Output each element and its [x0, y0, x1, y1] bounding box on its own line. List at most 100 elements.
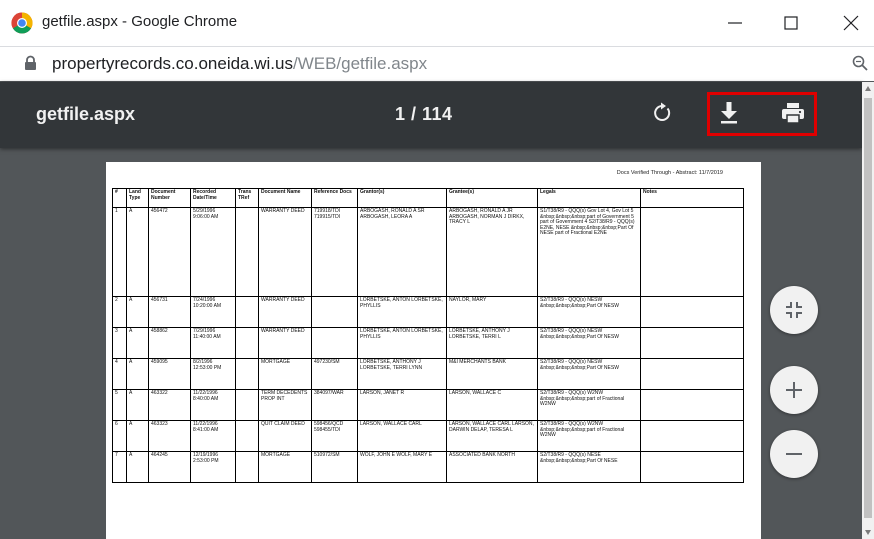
- table-cell: QUIT CLAIM DEED: [258, 420, 312, 452]
- table-cell: NAYLOR, MARY: [446, 296, 538, 328]
- table-cell: S2/T38/R9 - QQQ(s) NESW &nbsp;&nbsp;&nbs…: [537, 358, 641, 390]
- zoom-magnifier-icon[interactable]: [852, 55, 868, 71]
- table-cell: [235, 296, 259, 328]
- table-cell: [640, 358, 744, 390]
- fit-page-button[interactable]: [770, 286, 818, 334]
- table-cell: ARBOGASH, RONALD A SR ARBOGASH, LEORA A: [357, 207, 447, 297]
- table-cell: [640, 389, 744, 421]
- zoom-in-button[interactable]: [770, 366, 818, 414]
- table-cell: S2/T38/R9 - QQQ(s) W2NW &nbsp;&nbsp;&nbs…: [537, 420, 641, 452]
- column-header: Document Number: [148, 188, 191, 208]
- chrome-logo-icon: [11, 12, 33, 34]
- table-cell: [311, 296, 358, 328]
- table-cell: 510972/SM: [311, 451, 358, 483]
- abstract-verified-header: Docs Verified Through - Abstract: 11/7/2…: [616, 170, 723, 176]
- rotate-icon[interactable]: [651, 102, 673, 124]
- table-cell: [235, 207, 259, 297]
- table-row: 6 A 463323 11/22/1996 8:41:00 AM QUIT CLAIM …: [112, 420, 744, 452]
- maximize-button[interactable]: [768, 0, 814, 46]
- table-cell: WARRANTY DEED: [258, 296, 312, 328]
- table-cell: WARRANTY DEED: [258, 207, 312, 297]
- table-cell: [235, 451, 259, 483]
- table-cell: 5: [112, 389, 127, 421]
- table-cell: [311, 327, 358, 359]
- table-cell: 456731: [148, 296, 191, 328]
- window-title: getfile.aspx - Google Chrome: [42, 13, 238, 30]
- url-domain: propertyrecords.co.oneida.wi.us: [52, 54, 293, 73]
- table-header-row: # Land Type Document Number Recorded Date/T…: [112, 188, 744, 208]
- page-indicator: 1 / 114: [395, 104, 453, 124]
- table-cell: 12/19/1996 2:53:00 PM: [190, 451, 236, 483]
- table-cell: 384097/WAR: [311, 389, 358, 421]
- table-row: 1 A 456472 5/29/1996 9:06:00 AM WARRANTY DEE…: [112, 207, 744, 297]
- column-header: Grantee(s): [446, 188, 538, 208]
- table-cell: 459095: [148, 358, 191, 390]
- table-cell: A: [126, 451, 149, 483]
- scrollbar-thumb[interactable]: [864, 98, 872, 518]
- table-cell: LORBETSKE, ANTON LORBETSKE, PHYLLIS: [357, 327, 447, 359]
- annotation-highlight-box: [707, 92, 817, 136]
- table-cell: ARBOGASH, RONALD A JR ARBOGASH, NORMAN J…: [446, 207, 538, 297]
- table-cell: MORTGAGE: [258, 358, 312, 390]
- pdf-page: Docs Verified Through - Abstract: 11/7/2…: [106, 162, 761, 539]
- table-cell: 497230/SM: [311, 358, 358, 390]
- table-cell: [640, 451, 744, 483]
- zoom-in-icon: [786, 382, 802, 398]
- column-header: Notes: [640, 188, 744, 208]
- table-cell: S2/T38/R9 - QQQ(s) W2NW &nbsp;&nbsp;&nbs…: [537, 389, 641, 421]
- table-cell: 4: [112, 358, 127, 390]
- column-header: Document Name: [258, 188, 312, 208]
- minimize-button[interactable]: [712, 0, 758, 46]
- table-cell: S2/T38/R9 - QQQ(s) NESE &nbsp;&nbsp;&nbs…: [537, 451, 641, 483]
- table-cell: A: [126, 358, 149, 390]
- vertical-scrollbar[interactable]: [862, 82, 874, 539]
- window-titlebar: getfile.aspx - Google Chrome: [0, 0, 874, 47]
- table-row: 2 A 456731 7/24/1996 10:20:00 AM WARRANTY DE…: [112, 296, 744, 328]
- table-cell: [640, 207, 744, 297]
- url-path: /WEB/getfile.aspx: [292, 54, 428, 73]
- table-cell: 1: [112, 207, 127, 297]
- table-cell: 8/2/1996 12:53:00 PM: [190, 358, 236, 390]
- lock-icon: [25, 55, 36, 70]
- table-cell: S1/T38/R9 - QQQ(s) Gov Lot 4, Gov Lot 5 …: [537, 207, 641, 297]
- zoom-out-icon: [786, 453, 802, 455]
- table-cell: A: [126, 207, 149, 297]
- url-text[interactable]: propertyrecords.co.oneida.wi.us/WEB/getf…: [52, 54, 427, 74]
- column-header: Land Type: [126, 188, 149, 208]
- column-header: Trans TRef: [235, 188, 259, 208]
- records-table: # Land Type Document Number Recorded Date/T…: [112, 188, 744, 483]
- zoom-out-button[interactable]: [770, 430, 818, 478]
- column-header: Legals: [537, 188, 641, 208]
- table-cell: 7: [112, 451, 127, 483]
- close-button[interactable]: [828, 0, 874, 46]
- column-header: Grantor(s): [357, 188, 447, 208]
- table-cell: ASSOCIATED BANK NORTH: [446, 451, 538, 483]
- table-cell: [640, 327, 744, 359]
- scroll-up-arrow-icon[interactable]: [865, 86, 871, 91]
- table-cell: 598456/QCD 598455/TDI: [311, 420, 358, 452]
- table-cell: LARSON, JANET R: [357, 389, 447, 421]
- table-cell: [235, 358, 259, 390]
- table-cell: A: [126, 420, 149, 452]
- column-header: Recorded Date/Time: [190, 188, 236, 208]
- table-cell: 7/24/1996 10:20:00 AM: [190, 296, 236, 328]
- pdf-file-name: getfile.aspx: [36, 104, 136, 124]
- table-cell: WARRANTY DEED: [258, 327, 312, 359]
- table-cell: S2/T38/R9 - QQQ(s) NESW &nbsp;&nbsp;&nbs…: [537, 327, 641, 359]
- table-cell: TERM DECEDENTS PROP INT: [258, 389, 312, 421]
- address-bar[interactable]: propertyrecords.co.oneida.wi.us/WEB/getf…: [0, 47, 874, 81]
- table-row: 7 A 464245 12/19/1996 2:53:00 PM MORTGAGE 510…: [112, 451, 744, 483]
- table-cell: 456472: [148, 207, 191, 297]
- table-cell: 6: [112, 420, 127, 452]
- table-cell: [235, 389, 259, 421]
- table-cell: M&I MERCHANTS BANK: [446, 358, 538, 390]
- table-cell: 464245: [148, 451, 191, 483]
- table-cell: 11/22/1996 8:41:00 AM: [190, 420, 236, 452]
- table-cell: 2: [112, 296, 127, 328]
- table-cell: 5/29/1996 9:06:00 AM: [190, 207, 236, 297]
- table-cell: [235, 420, 259, 452]
- table-cell: LARSON, WALLACE CARL LARSON, DARWIN DELA…: [446, 420, 538, 452]
- column-header: Reference Docs: [311, 188, 358, 208]
- scroll-down-arrow-icon[interactable]: [865, 530, 871, 535]
- table-cell: A: [126, 296, 149, 328]
